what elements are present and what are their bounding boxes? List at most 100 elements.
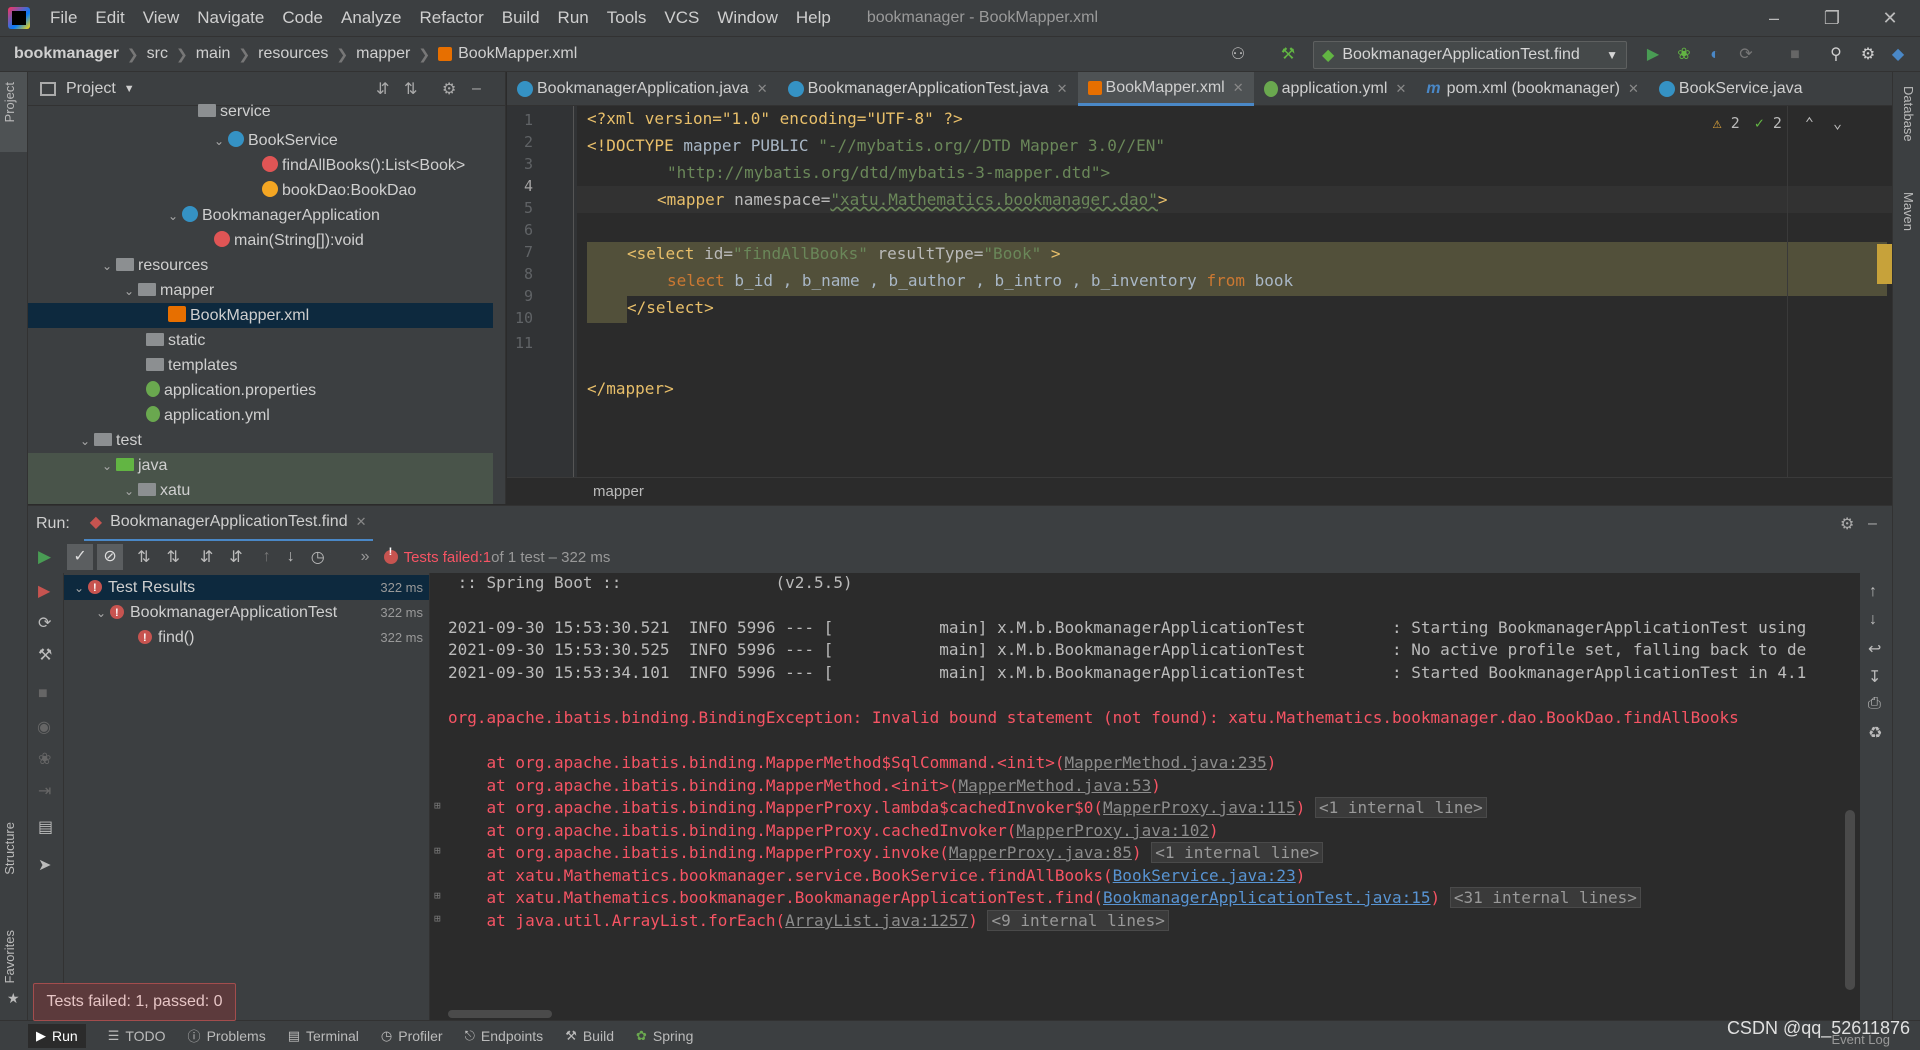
menu-analyze[interactable]: Analyze (341, 8, 401, 28)
source-link[interactable]: BookService.java:23 (1113, 866, 1296, 885)
run-configuration-select[interactable]: ◆ BookmanagerApplicationTest.find ▼ (1313, 41, 1627, 69)
menu-vcs[interactable]: VCS (664, 8, 699, 28)
source-link[interactable]: MapperProxy.java:85 (949, 843, 1132, 862)
tree-node-bookservice[interactable]: ⌄ BookService (28, 128, 493, 153)
tree-node-java[interactable]: ⌄ java (28, 453, 493, 478)
source-link[interactable]: BookmanagerApplicationTest.java:15 (1103, 888, 1431, 907)
favorites-side-tab[interactable]: Favorites (2, 930, 17, 983)
close-tab-icon[interactable]: ✕ (356, 514, 367, 530)
tree-node-bookdao[interactable]: bookDao:BookDao (28, 178, 493, 203)
tree-node-templates[interactable]: templates (28, 353, 493, 378)
profile-icon[interactable]: ⟳ (1736, 45, 1756, 65)
chevron-down-icon[interactable]: ▼ (124, 83, 135, 95)
rerun-icon[interactable]: ▶ (38, 547, 51, 567)
stop-icon[interactable]: ■ (38, 685, 48, 703)
source-link[interactable]: MapperProxy.java:115 (1103, 798, 1296, 817)
pin-icon[interactable]: ➤ (38, 855, 51, 875)
soft-wrap-icon[interactable]: ↩ (1868, 639, 1881, 659)
fold-expand-icon[interactable]: ⊞ (434, 912, 441, 925)
test-method-row[interactable]: find() 322 ms (64, 625, 429, 651)
internal-lines-fold[interactable]: <1 internal line> (1151, 842, 1323, 863)
breadcrumb-project[interactable]: bookmanager (14, 45, 119, 63)
scroll-to-end-icon[interactable]: ↧ (1868, 667, 1881, 687)
menu-tools[interactable]: Tools (607, 8, 647, 28)
source-link[interactable]: MapperMethod.java:235 (1065, 753, 1267, 772)
menu-edit[interactable]: Edit (95, 8, 124, 28)
menu-build[interactable]: Build (502, 8, 540, 28)
menu-window[interactable]: Window (717, 8, 777, 28)
close-icon[interactable]: ✕ (1878, 6, 1902, 30)
tree-node-application-properties[interactable]: application.properties (28, 378, 493, 403)
editor-breadcrumb[interactable]: mapper (507, 477, 1892, 505)
exit-icon[interactable]: ⇥ (38, 781, 51, 801)
bottom-tab-endpoints[interactable]: ⎋ Endpoints (465, 1028, 544, 1044)
tree-node-bookmanagerapplication[interactable]: ⌄ BookmanagerApplication (28, 203, 493, 228)
breadcrumb-src[interactable]: src (147, 45, 168, 63)
menu-code[interactable]: Code (282, 8, 323, 28)
chevron-down-icon[interactable]: ⌄ (102, 454, 116, 479)
trash-icon[interactable]: ♻ (1868, 723, 1882, 743)
chevron-down-icon[interactable]: ⌄ (214, 129, 228, 154)
tab-application-yml[interactable]: application.yml ✕ (1254, 72, 1417, 106)
print-icon[interactable]: ⎙ (1868, 695, 1881, 713)
close-tab-icon[interactable]: ✕ (1233, 80, 1244, 96)
tab-pom-xml[interactable]: m pom.xml (bookmanager) ✕ (1416, 72, 1649, 106)
maven-side-tab[interactable]: Maven (1901, 192, 1916, 231)
user-icon[interactable]: ⚇ (1228, 45, 1248, 65)
bottom-tab-build[interactable]: ⚒ Build (565, 1028, 614, 1044)
rerun-failed-icon[interactable]: ▶ (38, 581, 50, 601)
tree-node-main[interactable]: main(String[]):void (28, 228, 493, 253)
tab-bookmanagerapplicationtest-java[interactable]: BookmanagerApplicationTest.java ✕ (778, 72, 1078, 106)
bug-icon[interactable]: ❀ (38, 749, 51, 769)
tree-node-resources[interactable]: ⌄ resources (28, 253, 493, 278)
source-link[interactable]: MapperProxy.java:102 (1016, 821, 1209, 840)
fold-expand-icon[interactable]: ⊞ (434, 799, 441, 812)
fold-expand-icon[interactable]: ⊞ (434, 844, 441, 857)
tab-bookmanagerapplication-java[interactable]: BookmanagerApplication.java ✕ (507, 72, 778, 106)
show-passed-toggle[interactable]: ✓ (67, 544, 94, 570)
bottom-tab-spring[interactable]: ✿ Spring (636, 1028, 693, 1044)
tests-failed-notification[interactable]: Tests failed: 1, passed: 0 (33, 983, 236, 1021)
chevron-down-icon[interactable]: ⌄ (74, 576, 88, 601)
breadcrumb-mapper[interactable]: mapper (356, 45, 410, 63)
inspection-widget[interactable]: ⚠ 2 ✓ 2 ⌃ ⌄ (1713, 114, 1842, 132)
tree-node-application-yml[interactable]: application.yml (28, 403, 493, 428)
camera-icon[interactable]: ◉ (37, 717, 51, 737)
close-tab-icon[interactable]: ✕ (757, 81, 768, 97)
toggle-auto-test-icon[interactable]: ⟳ (38, 613, 51, 633)
bottom-tab-problems[interactable]: ⓘ Problems (188, 1026, 266, 1045)
menu-file[interactable]: File (50, 8, 77, 28)
source-link[interactable]: ArrayList.java:1257 (785, 911, 968, 930)
show-ignored-toggle[interactable]: ⊘ (97, 544, 124, 570)
collapse-all-icon[interactable]: ⇵ (229, 547, 242, 567)
search-icon[interactable]: ⚲ (1826, 45, 1846, 65)
vertical-scrollbar[interactable] (1845, 810, 1855, 990)
close-tab-icon[interactable]: ✕ (1057, 81, 1068, 97)
tree-node-findallbooks[interactable]: findAllBooks():List<Book> (28, 153, 493, 178)
close-tab-icon[interactable]: ✕ (1628, 81, 1639, 97)
internal-lines-fold[interactable]: <31 internal lines> (1449, 887, 1641, 908)
tab-bookmapper-xml[interactable]: BookMapper.xml ✕ (1077, 72, 1254, 106)
tree-node-xatu[interactable]: ⌄ xatu (28, 478, 493, 504)
structure-side-tab[interactable]: Structure (2, 822, 17, 875)
collapse-all-icon[interactable]: ⇅ (404, 79, 417, 99)
database-side-tab[interactable]: Database (1901, 86, 1916, 142)
chevron-down-icon[interactable]: ⌄ (124, 279, 138, 304)
tree-node-bookmapper-xml[interactable]: BookMapper.xml (28, 303, 493, 328)
debug-icon[interactable]: ❀ (1674, 45, 1694, 65)
wrench-icon[interactable]: ⚒ (38, 645, 52, 665)
settings-gear-icon[interactable]: ⚙ (1858, 45, 1878, 65)
expand-all-icon[interactable]: ⇵ (376, 79, 389, 99)
toolbox-icon[interactable]: ◆ (1888, 45, 1908, 65)
tree-node-static[interactable]: static (28, 328, 493, 353)
chevron-down-icon[interactable]: ⌄ (80, 429, 94, 454)
restore-icon[interactable]: ❐ (1820, 6, 1844, 30)
fold-expand-icon[interactable]: ⊞ (434, 889, 441, 902)
project-tool-tab[interactable]: Project (0, 72, 27, 152)
bottom-tab-profiler[interactable]: ◷ Profiler (381, 1028, 443, 1044)
run-icon[interactable]: ▶ (1643, 45, 1663, 65)
breadcrumb-file[interactable]: BookMapper.xml (458, 45, 577, 63)
arrow-up-icon[interactable]: ↑ (263, 548, 271, 566)
chevron-down-icon[interactable]: ⌄ (102, 254, 116, 279)
stop-icon[interactable]: ■ (1785, 45, 1805, 65)
